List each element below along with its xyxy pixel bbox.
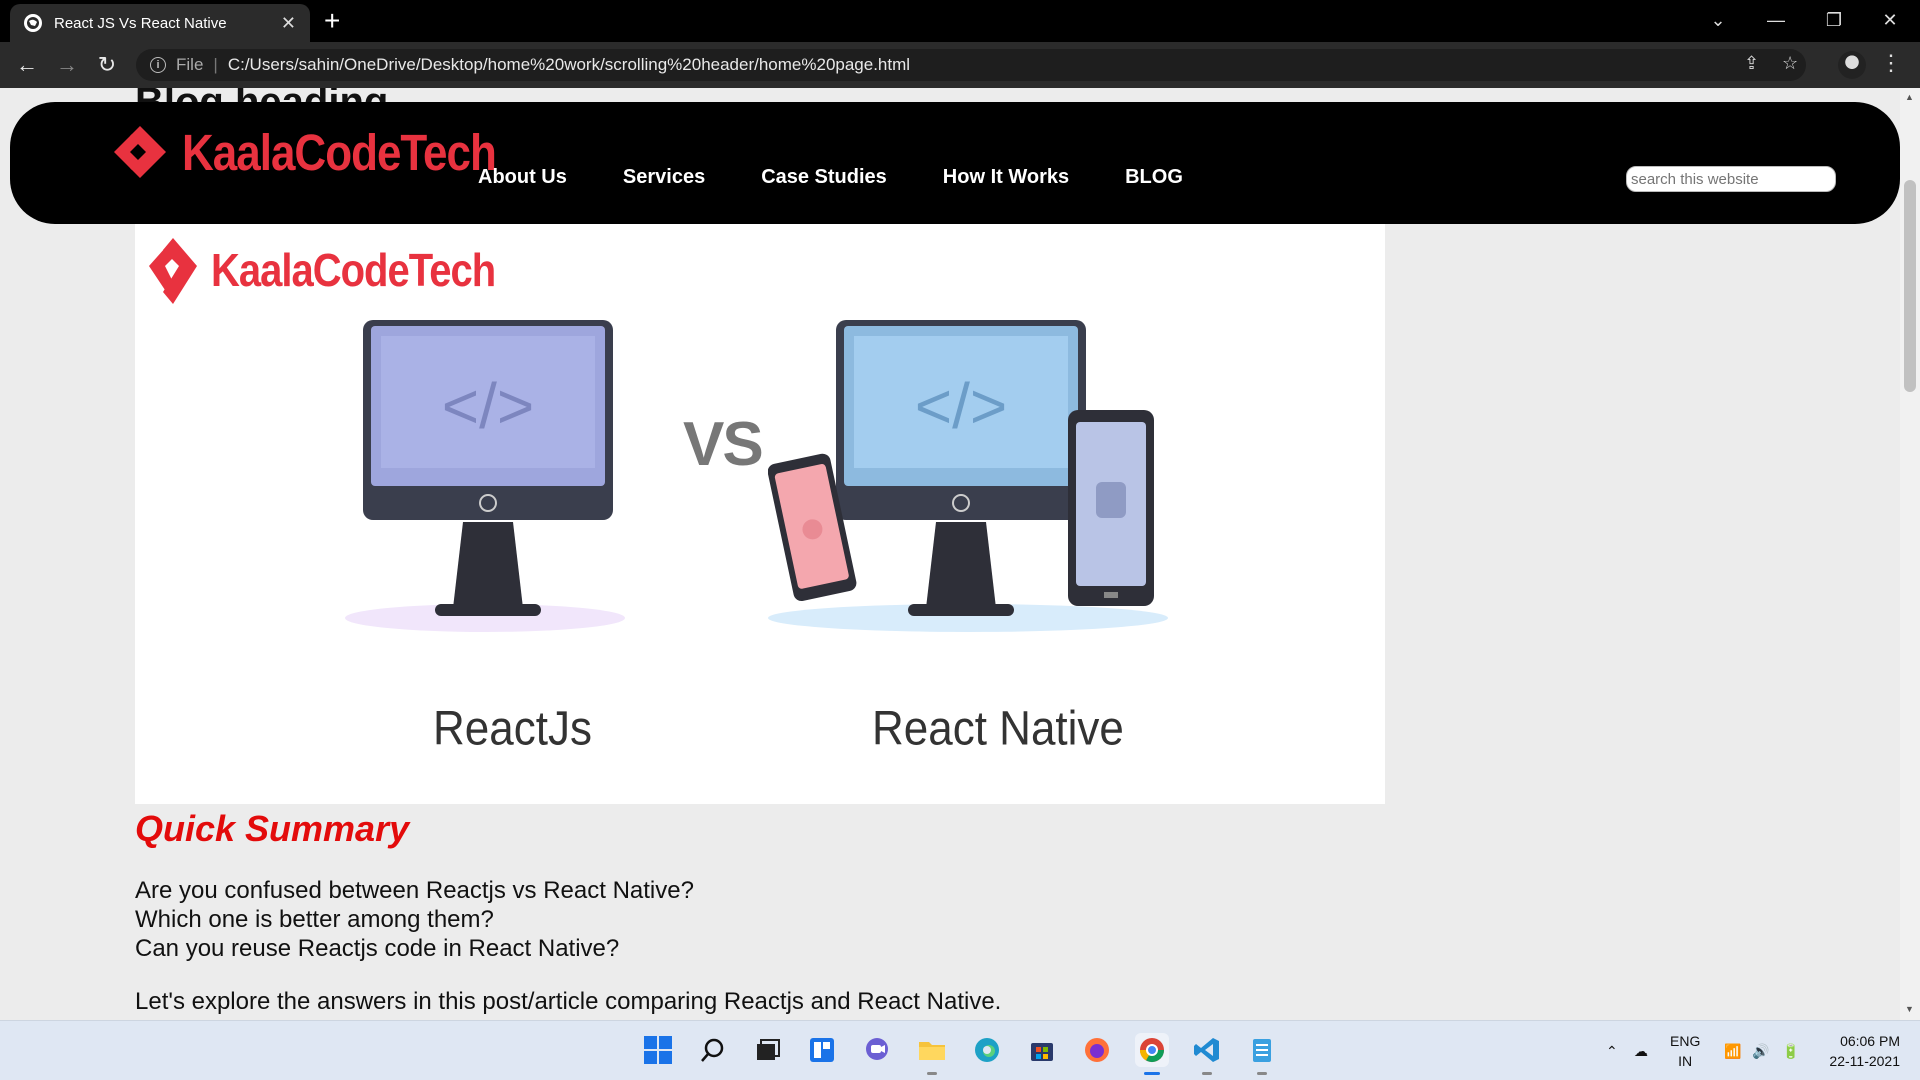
- reload-button[interactable]: ↻: [92, 50, 122, 80]
- site-header: KaalaCodeTech About Us Services Case Stu…: [10, 102, 1900, 224]
- tab-title: React JS Vs React Native: [54, 14, 227, 32]
- clock-date: 22-11-2021: [1829, 1053, 1900, 1069]
- devices-illustration-icon: </>: [768, 320, 1168, 632]
- globe-icon: [24, 14, 42, 32]
- profile-avatar[interactable]: [1838, 51, 1866, 79]
- article-body: Quick Summary Are you confused between R…: [135, 808, 1001, 1016]
- address-bar[interactable]: i File | C:/Users/sahin/OneDrive/Desktop…: [136, 49, 1806, 81]
- scroll-down-icon[interactable]: ▼: [1905, 1004, 1914, 1014]
- onedrive-icon[interactable]: ☁: [1634, 1021, 1648, 1080]
- language-indicator[interactable]: ENG IN: [1670, 1031, 1700, 1071]
- task-view-icon[interactable]: [750, 1033, 784, 1067]
- nav-case-studies[interactable]: Case Studies: [761, 166, 887, 189]
- logo-mark-icon: [114, 126, 166, 178]
- chrome-icon[interactable]: [1135, 1033, 1169, 1075]
- show-hidden-icons-icon[interactable]: ⌃: [1606, 1021, 1618, 1080]
- logo-text: KaalaCodeTech: [182, 125, 497, 182]
- scroll-up-icon[interactable]: ▲: [1905, 92, 1914, 102]
- browser-tab[interactable]: React JS Vs React Native ✕: [10, 4, 310, 42]
- logo-mark-icon: [149, 238, 197, 304]
- info-icon[interactable]: i: [150, 57, 166, 73]
- language-code: ENG: [1670, 1033, 1701, 1049]
- nav-about-us[interactable]: About Us: [478, 166, 567, 189]
- main-nav: About Us Services Case Studies How It Wo…: [478, 166, 1239, 189]
- menu-icon[interactable]: ⋮: [1880, 50, 1902, 76]
- forward-button[interactable]: →: [52, 50, 82, 80]
- scroll-thumb[interactable]: [1904, 180, 1916, 392]
- active-indicator: [1144, 1072, 1160, 1075]
- page-scrollbar[interactable]: ▲ ▼: [1900, 88, 1920, 1020]
- volume-icon[interactable]: 🔊: [1752, 1021, 1769, 1080]
- hero-logo: KaalaCodeTech: [147, 234, 496, 308]
- nav-blog[interactable]: BLOG: [1125, 166, 1183, 189]
- notepad-icon[interactable]: [1245, 1033, 1279, 1075]
- region-code: IN: [1678, 1053, 1693, 1069]
- back-button[interactable]: ←: [12, 50, 42, 80]
- search-icon[interactable]: [696, 1033, 730, 1067]
- site-logo[interactable]: KaalaCodeTech: [110, 124, 497, 184]
- wifi-icon[interactable]: 📶: [1724, 1021, 1741, 1080]
- running-indicator: [927, 1072, 937, 1075]
- hero-image: KaalaCodeTech </> VS </> ReactJs React N…: [135, 224, 1385, 804]
- nav-services[interactable]: Services: [623, 166, 705, 189]
- desktop-monitor-icon: </>: [345, 320, 625, 632]
- store-icon[interactable]: [1025, 1033, 1059, 1067]
- system-clock[interactable]: 06:06 PM 22-11-2021: [1812, 1031, 1900, 1071]
- battery-icon[interactable]: 🔋: [1782, 1021, 1799, 1080]
- svg-text:</>: </>: [915, 370, 1008, 442]
- intro-paragraph: Let's explore the answers in this post/a…: [135, 988, 1002, 1015]
- file-explorer-icon[interactable]: [915, 1033, 949, 1075]
- file-label: File: [176, 55, 204, 74]
- separator: |: [213, 55, 218, 74]
- clock-time: 06:06 PM: [1840, 1033, 1900, 1049]
- react-native-label: React Native: [872, 701, 1124, 756]
- summary-heading: Quick Summary: [135, 808, 410, 849]
- new-tab-button[interactable]: +: [324, 6, 340, 36]
- url-text[interactable]: C:/Users/sahin/OneDrive/Desktop/home%20w…: [228, 55, 910, 75]
- vs-text: VS: [683, 410, 764, 479]
- running-indicator: [1202, 1072, 1212, 1075]
- browser-titlebar: React JS Vs React Native ✕ + ⌄ — ❐ ✕: [0, 0, 1920, 42]
- widgets-icon[interactable]: [805, 1033, 839, 1067]
- nav-how-it-works[interactable]: How It Works: [943, 166, 1069, 189]
- close-window-button[interactable]: ✕: [1862, 0, 1918, 40]
- minimize-button[interactable]: —: [1748, 0, 1804, 40]
- edge-icon[interactable]: [970, 1033, 1004, 1067]
- page-viewport: Blog heading KaalaCodeTech About Us Serv…: [0, 88, 1900, 1020]
- running-indicator: [1257, 1072, 1267, 1075]
- bookmark-star-icon[interactable]: ☆: [1782, 53, 1798, 74]
- search-input[interactable]: [1626, 166, 1836, 192]
- summary-line: Are you confused between Reactjs vs Reac…: [135, 877, 694, 904]
- summary-paragraph: Are you confused between Reactjs vs Reac…: [135, 876, 1001, 963]
- vscode-icon[interactable]: [1190, 1033, 1224, 1075]
- start-icon[interactable]: [641, 1033, 675, 1067]
- chat-icon[interactable]: [860, 1033, 894, 1067]
- svg-text:</>: </>: [442, 370, 535, 442]
- hero-logo-text: KaalaCodeTech: [211, 245, 496, 296]
- firefox-icon[interactable]: [1080, 1033, 1114, 1067]
- browser-toolbar: ← → ↻ i File | C:/Users/sahin/OneDrive/D…: [0, 42, 1920, 88]
- reactjs-label: ReactJs: [433, 701, 592, 756]
- summary-line: Can you reuse Reactjs code in React Nati…: [135, 935, 620, 962]
- windows-taskbar: ⌃ ☁ ENG IN 📶 🔊 🔋 06:06 PM 22-11-2021: [0, 1020, 1920, 1080]
- share-icon[interactable]: ⇪: [1744, 53, 1759, 74]
- restore-button[interactable]: ❐: [1806, 0, 1862, 40]
- summary-line: Which one is better among them?: [135, 906, 494, 933]
- close-tab-icon[interactable]: ✕: [281, 13, 296, 34]
- tab-search-icon[interactable]: ⌄: [1690, 0, 1746, 40]
